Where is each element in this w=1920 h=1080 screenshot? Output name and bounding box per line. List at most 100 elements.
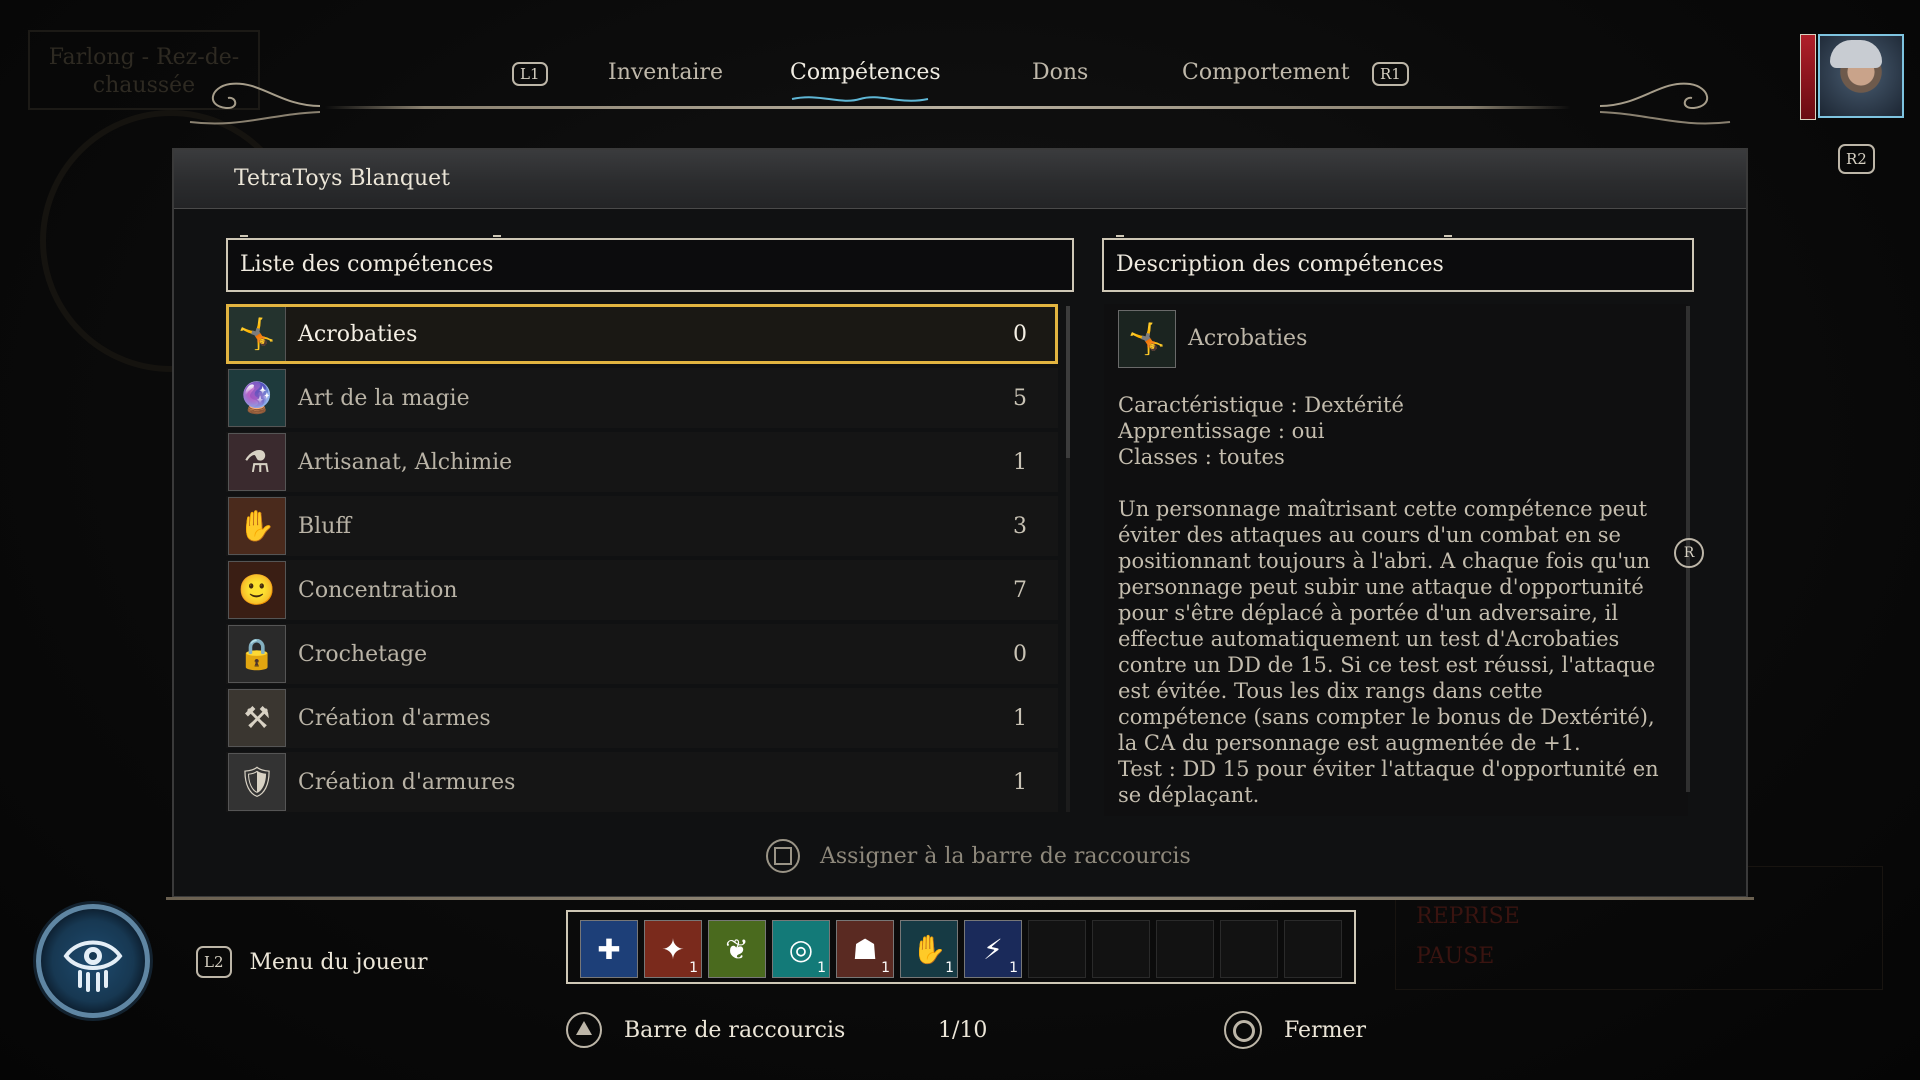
status-line-2: PAUSE (1416, 944, 1495, 969)
skill-name: Artisanat, Alchimie (298, 449, 513, 475)
triangle-button-icon (566, 1012, 602, 1048)
active-tab-underline-icon (791, 96, 929, 102)
skill-row[interactable]: ✋ Bluff 3 (226, 496, 1058, 556)
skill-rank: 3 (1013, 513, 1027, 539)
skill-row[interactable]: 🔮 Art de la magie 5 (226, 368, 1058, 428)
skill-list[interactable]: 🤸 Acrobaties 0 🔮 Art de la magie 5 ⚗ Artisanat,… (226, 304, 1058, 814)
skill-rank: 1 (1013, 705, 1027, 731)
quickbar-slot-empty[interactable] (1092, 920, 1150, 978)
slot-count: 1 (817, 960, 826, 976)
right-stick-hint[interactable]: R (1674, 538, 1704, 568)
skill-name: Bluff (298, 513, 352, 539)
quickbar-page-number: 1/10 (938, 1017, 988, 1043)
l1-hint[interactable]: L1 (512, 62, 548, 86)
quickbar-slot-empty[interactable] (1028, 920, 1086, 978)
tab-competences[interactable]: Compétences (790, 60, 941, 85)
r1-hint[interactable]: R1 (1372, 62, 1409, 86)
description-body: Un personnage maîtrisant cette compétenc… (1118, 497, 1656, 755)
assign-hotbar-label: Assigner à la barre de raccourcis (820, 843, 1191, 869)
skill-list-header: Liste des compétences (226, 235, 1074, 292)
skill-rank: 7 (1013, 577, 1027, 603)
description-attribute: Caractéristique : Dextérité (1118, 393, 1404, 417)
close-label: Fermer (1284, 1017, 1366, 1043)
panel-header: TetraToys Blanquet (174, 150, 1746, 209)
tab-bar: L1 Inventaire Compétences Dons Comportem… (170, 40, 1750, 125)
tab-dons[interactable]: Dons (1032, 60, 1088, 85)
tab-inventaire[interactable]: Inventaire (608, 60, 723, 85)
bluff-icon: ✋ (228, 497, 286, 555)
quickbar-slot-spell-nature-icon[interactable]: ❦ (708, 920, 766, 978)
skill-row[interactable]: 🛡 Création d'armures 1 (226, 752, 1058, 812)
spellcraft-icon: 🔮 (228, 369, 286, 427)
panel-bottom-rule (166, 897, 1754, 900)
skill-rank: 5 (1013, 385, 1027, 411)
eye-icon (63, 940, 123, 992)
player-menu-label: Menu du joueur (249, 949, 428, 975)
quickbar-slot-spell-hand-icon[interactable]: ✋ 1 (900, 920, 958, 978)
skill-description-header: Description des compétences (1102, 235, 1694, 292)
quickbar-slot-empty[interactable] (1220, 920, 1278, 978)
close-prompt[interactable]: Fermer (1224, 1008, 1366, 1052)
acrobatics-icon: 🤸 (228, 305, 286, 363)
quickbar-slot-spell-lightning-icon[interactable]: ⚡ 1 (964, 920, 1022, 978)
skill-description: 🤸 Acrobaties Caractéristique : Dextérité… (1104, 304, 1688, 816)
right-flourish-icon (1600, 82, 1731, 125)
skill-rank: 1 (1013, 769, 1027, 795)
player-menu-hint[interactable]: L2 Menu du joueur (196, 946, 428, 978)
quickbar-slot-spell-fire-icon[interactable]: ✦ 1 (644, 920, 702, 978)
quickbar-slot-empty[interactable] (1156, 920, 1214, 978)
quickbar-slot-empty[interactable] (1284, 920, 1342, 978)
left-flourish-icon (189, 82, 320, 125)
slot-count: 1 (689, 960, 698, 976)
skill-name: Création d'armures (298, 769, 516, 795)
skill-name: Création d'armes (298, 705, 491, 731)
character-portrait[interactable] (1800, 34, 1908, 120)
quickbar-page: 1/10 (938, 1008, 987, 1052)
armorcraft-icon: 🛡 (228, 753, 286, 811)
quickbar-label: Barre de raccourcis (624, 1017, 846, 1043)
description-skill-name: Acrobaties (1188, 326, 1308, 351)
quickbar-slots: ✚ ✦ 1 ❦ ◎ 1 ☗ 1 ✋ 1 ⚡ 1 (580, 920, 1348, 978)
player-menu-button[interactable] (36, 904, 150, 1018)
description-classes: Classes : toutes (1118, 445, 1285, 469)
slot-count: 1 (1009, 960, 1018, 976)
lockpick-icon: 🔒 (228, 625, 286, 683)
skill-list-scroll-thumb[interactable] (1066, 306, 1070, 458)
spell-nature-icon: ❦ (725, 932, 749, 966)
tab-comportement[interactable]: Comportement (1182, 60, 1350, 85)
square-button-icon (766, 839, 800, 873)
skill-rank: 0 (1013, 321, 1027, 347)
quickbar-slot-heal-icon[interactable]: ✚ (580, 920, 638, 978)
weaponcraft-icon: ⚒ (228, 689, 286, 747)
skill-row[interactable]: 🙂 Concentration 7 (226, 560, 1058, 620)
skill-name: Concentration (298, 577, 458, 603)
skill-row[interactable]: 🤸 Acrobaties 0 (226, 304, 1058, 364)
heal-icon: ✚ (597, 932, 621, 966)
skill-rank: 1 (1013, 449, 1027, 475)
skill-row[interactable]: 🔒 Crochetage 0 (226, 624, 1058, 684)
r2-hint[interactable]: R2 (1838, 144, 1875, 174)
character-name: TetraToys Blanquet (234, 166, 450, 191)
slot-count: 1 (945, 960, 954, 976)
quickbar-slot-spell-figure-icon[interactable]: ☗ 1 (836, 920, 894, 978)
l2-hint: L2 (196, 946, 232, 978)
assign-hotbar-prompt[interactable]: Assigner à la barre de raccourcis (766, 836, 1191, 876)
concentration-icon: 🙂 (228, 561, 286, 619)
tab-rule (325, 106, 1570, 109)
skill-list-scrollbar[interactable] (1066, 306, 1070, 812)
skill-row[interactable]: ⚗ Artisanat, Alchimie 1 (226, 432, 1058, 492)
quickbar-slot-spell-vortex-icon[interactable]: ◎ 1 (772, 920, 830, 978)
portrait-hair (1830, 40, 1882, 68)
circle-button-icon (1224, 1011, 1262, 1049)
description-training: Apprentissage : oui (1118, 419, 1325, 443)
description-text: Caractéristique : Dextérité Apprentissag… (1118, 392, 1678, 808)
skill-rank: 0 (1013, 641, 1027, 667)
slot-count: 1 (881, 960, 890, 976)
skill-name: Art de la magie (298, 385, 470, 411)
quickbar-nav[interactable]: Barre de raccourcis (566, 1008, 845, 1052)
health-bar (1800, 34, 1816, 120)
description-test: Test : DD 15 pour éviter l'attaque d'opp… (1118, 757, 1659, 807)
alchemy-icon: ⚗ (228, 433, 286, 491)
skill-row[interactable]: ⚒ Création d'armes 1 (226, 688, 1058, 748)
quickbar: ✚ ✦ 1 ❦ ◎ 1 ☗ 1 ✋ 1 ⚡ 1 (566, 910, 1356, 984)
